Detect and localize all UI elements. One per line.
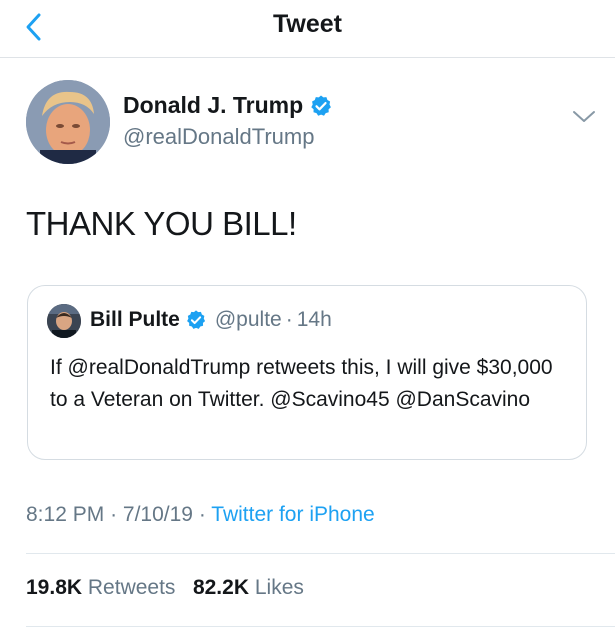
quoted-author-name: Bill Pulte [90,308,180,331]
divider [26,626,615,627]
dot-separator: · [198,503,206,526]
avatar[interactable] [26,80,110,164]
likes-stat[interactable]: 82.2K Likes [193,576,304,599]
author-name[interactable]: Donald J. Trump [123,92,303,119]
tweet-text: THANK YOU BILL! [26,205,297,242]
tweet-stats: 19.8K Retweets 82.2K Likes [26,576,304,600]
divider [26,553,615,554]
retweets-label: Retweets [87,576,176,599]
retweets-count: 19.8K [26,576,83,599]
tweet-date: 7/10/19 [122,503,193,526]
dot-separator: · [285,308,293,331]
likes-count: 82.2K [192,576,249,599]
tweet-time: 8:12 PM [26,503,105,526]
tweet-author: Donald J. Trump @realDonaldTrump [26,80,596,170]
chevron-down-icon[interactable] [571,106,597,126]
tweet-source-link[interactable]: Twitter for iPhone [211,503,374,526]
tweet-meta: 8:12 PM · 7/10/19 · Twitter for iPhone [26,503,375,527]
quoted-timestamp: 14h [296,308,332,331]
likes-label: Likes [254,576,304,599]
page-title: Tweet [273,10,342,38]
quoted-header: Bill Pulte @pulte · 14h [90,308,332,332]
dot-separator: · [110,503,118,526]
quoted-avatar[interactable] [47,304,81,338]
quoted-tweet[interactable]: Bill Pulte @pulte · 14h If @realDonaldTr… [27,285,587,460]
retweets-stat[interactable]: 19.8K Retweets [26,576,181,599]
top-bar: Tweet [0,0,615,58]
author-name-row: Donald J. Trump [123,92,333,119]
quoted-tweet-text: If @realDonaldTrump retweets this, I wil… [50,356,553,411]
verified-badge-icon [311,95,332,116]
quoted-author-handle: @pulte [214,308,282,331]
author-handle[interactable]: @realDonaldTrump [123,124,314,150]
verified-badge-icon [186,310,205,329]
